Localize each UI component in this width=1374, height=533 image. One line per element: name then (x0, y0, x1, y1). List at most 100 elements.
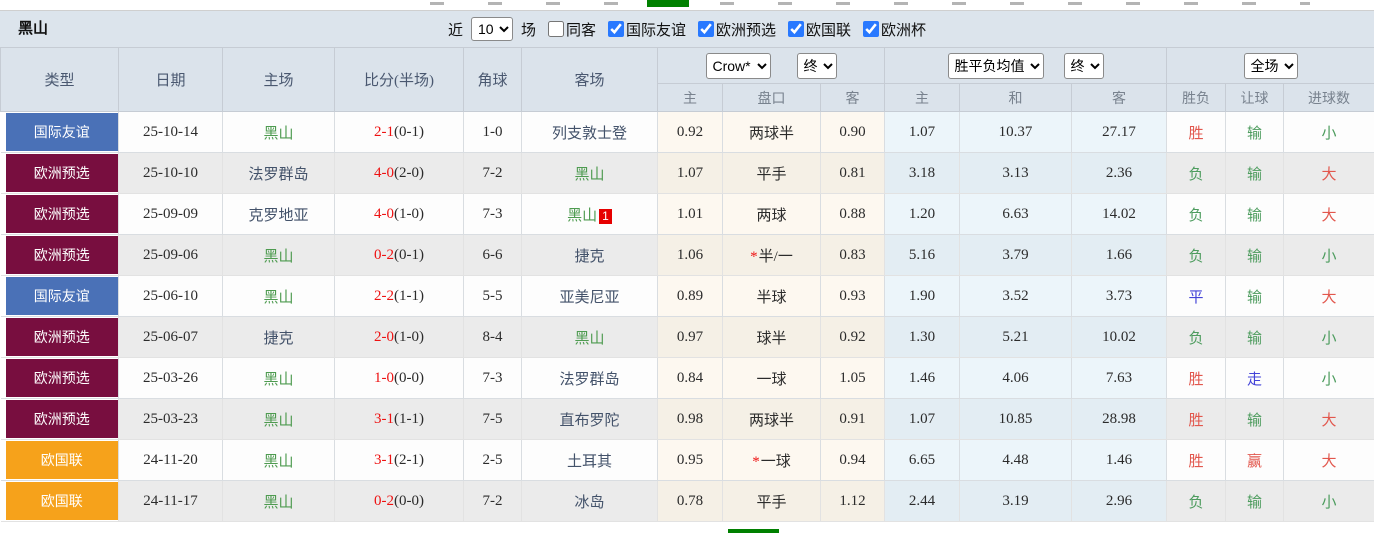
corner-cell: 2-5 (463, 439, 522, 481)
mean-away-cell: 1.66 (1070, 234, 1168, 276)
odds-time-select[interactable]: 终 (796, 52, 837, 79)
home-team-cell: 黑山 (222, 234, 335, 276)
away-team-cell: 法罗群岛 (521, 357, 658, 399)
handicap-change-star: * (752, 453, 760, 470)
competition-type-cell: 欧洲预选 (0, 398, 119, 440)
score-cell: 0-2(0-1) (334, 234, 464, 276)
result-cell: 负 (1166, 193, 1227, 235)
away-team-cell: 捷克 (521, 234, 658, 276)
goals-cell: 大 (1283, 398, 1374, 440)
competition-type-cell: 国际友谊 (0, 275, 119, 317)
score-cell: 4-0(1-0) (334, 193, 464, 235)
goals-cell: 小 (1283, 234, 1374, 276)
mean-away-cell: 2.96 (1070, 480, 1168, 522)
same-venue-filter[interactable]: 同客 (540, 19, 596, 40)
match-row: 欧洲预选 25-06-07 捷克 2-0(1-0) 8-4 黑山 0.97 球半 0.92 1.3… (0, 316, 1374, 358)
away-odds-cell: 0.91 (820, 398, 885, 440)
away-team-cell: 亚美尼亚 (521, 275, 658, 317)
home-team-cell: 黑山 (222, 398, 335, 440)
handicap-result-cell: 输 (1225, 480, 1285, 522)
result-cell: 负 (1166, 152, 1227, 194)
euro-qual-label: 欧洲预选 (716, 22, 777, 39)
sub-header-result: 胜负 (1166, 83, 1227, 112)
halftime-score: (0-0) (394, 369, 424, 386)
competition-badge: 欧国联 (5, 482, 118, 520)
mean-draw-cell: 10.85 (959, 398, 1072, 440)
col-header-type: 类型 (0, 47, 119, 112)
sub-header-odds-away: 客 (820, 83, 885, 112)
mean-draw-cell: 4.06 (959, 357, 1072, 399)
col-header-away: 客场 (521, 47, 658, 112)
handicap-cell: *半/一 (722, 234, 821, 276)
away-team-name: 黑山 (574, 330, 605, 347)
corner-cell: 6-6 (463, 234, 522, 276)
competition-type-cell: 欧国联 (0, 480, 119, 522)
mean-away-cell: 10.02 (1070, 316, 1168, 358)
filter-controls: 近 10 场 同客 国际友谊 欧洲预选 欧国联 欧洲杯 (448, 17, 926, 41)
friendly-label: 国际友谊 (625, 22, 686, 39)
mean-home-cell: 1.07 (884, 398, 960, 440)
handicap-result-cell: 走 (1225, 357, 1285, 399)
home-team-name: 黑山 (263, 289, 294, 306)
mean-home-cell: 1.30 (884, 316, 960, 358)
home-team-name: 克罗地亚 (248, 207, 309, 224)
away-team-name: 捷克 (574, 248, 605, 265)
date-cell: 24-11-20 (118, 439, 223, 481)
euro-cup-checkbox[interactable] (863, 21, 880, 37)
away-team-cell: 列支敦士登 (521, 111, 658, 153)
odds-source-select[interactable]: Crow* (705, 52, 771, 79)
competition-filter-euro-qual[interactable]: 欧洲预选 (690, 19, 776, 40)
competition-badge: 欧洲预选 (5, 318, 118, 356)
halftime-score: (0-1) (394, 246, 424, 263)
score-cell: 1-0(0-0) (334, 357, 464, 399)
mean-home-cell: 1.20 (884, 193, 960, 235)
result-cell: 胜 (1166, 357, 1227, 399)
sub-header-handicap-result: 让球 (1225, 83, 1285, 112)
halftime-score: (1-0) (394, 205, 424, 222)
euro-qual-checkbox[interactable] (698, 21, 714, 37)
sub-header-mean-away: 客 (1070, 83, 1168, 112)
mean-draw-cell: 3.52 (959, 275, 1072, 317)
fulltime-score: 3-1 (374, 451, 394, 468)
competition-badge: 欧洲预选 (5, 359, 118, 397)
same-venue-checkbox[interactable] (547, 21, 564, 37)
home-odds-cell: 1.06 (657, 234, 723, 276)
corner-cell: 7-2 (463, 480, 522, 522)
result-cell: 负 (1166, 234, 1227, 276)
handicap-result-cell: 输 (1225, 193, 1285, 235)
date-cell: 25-03-23 (118, 398, 223, 440)
home-odds-cell: 0.84 (657, 357, 723, 399)
fulltime-score: 0-2 (374, 246, 394, 263)
handicap-result-cell: 输 (1225, 111, 1285, 153)
mean-group-header: 胜平负均值 终 (883, 47, 1168, 84)
away-team-cell: 黑山 (521, 316, 658, 358)
recent-count-select[interactable]: 10 (470, 17, 513, 41)
competition-filter-nations-league[interactable]: 欧国联 (780, 19, 851, 40)
home-odds-cell: 0.95 (657, 439, 723, 481)
clipped-next-row (0, 522, 1374, 533)
mean-home-cell: 5.16 (884, 234, 960, 276)
away-odds-cell: 1.05 (820, 357, 885, 399)
odds-group-header: Crow* 终 (657, 47, 885, 84)
competition-filter-friendly[interactable]: 国际友谊 (600, 19, 686, 40)
handicap-result-cell: 输 (1225, 234, 1285, 276)
competition-badge: 欧洲预选 (5, 154, 118, 192)
mean-time-select[interactable]: 终 (1063, 52, 1104, 79)
competition-filter-euro-cup[interactable]: 欧洲杯 (855, 19, 926, 40)
mean-home-cell: 1.90 (884, 275, 960, 317)
clipped-text-fragments (430, 2, 1310, 5)
friendly-checkbox[interactable] (607, 21, 624, 37)
match-row: 国际友谊 25-06-10 黑山 2-2(1-1) 5-5 亚美尼亚 0.89 半球 0.93 1… (0, 275, 1374, 317)
col-header-home: 主场 (222, 47, 335, 112)
halftime-score: (1-0) (394, 328, 424, 345)
mean-draw-cell: 6.63 (959, 193, 1072, 235)
handicap-cell: 球半 (722, 316, 821, 358)
mean-draw-cell: 3.13 (959, 152, 1072, 194)
mean-type-select[interactable]: 胜平负均值 (947, 52, 1044, 79)
scope-select[interactable]: 全场 (1243, 52, 1298, 79)
handicap-cell: 两球半 (722, 111, 821, 153)
date-cell: 25-09-06 (118, 234, 223, 276)
handicap-result-cell: 输 (1225, 275, 1285, 317)
nations-league-checkbox[interactable] (788, 21, 805, 37)
away-team-cell: 直布罗陀 (521, 398, 658, 440)
